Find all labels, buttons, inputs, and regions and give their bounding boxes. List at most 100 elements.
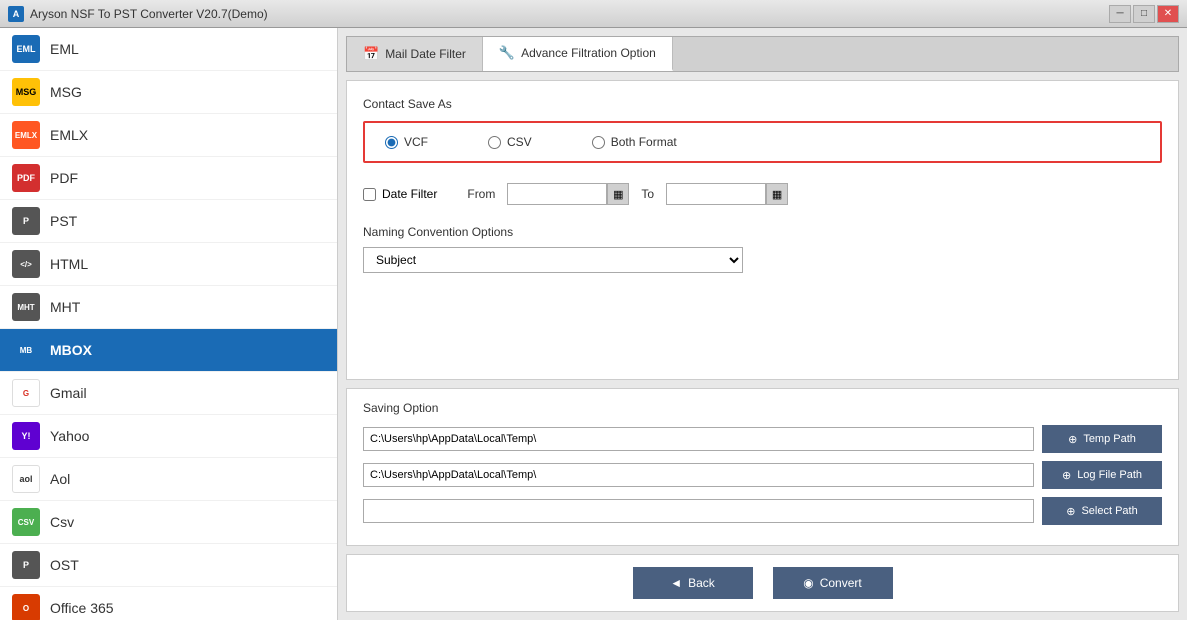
temp-path-input[interactable] [363, 427, 1034, 451]
select-path-input[interactable] [363, 499, 1034, 523]
content-area: 📅 Mail Date Filter 🔧 Advance Filtration … [338, 28, 1187, 620]
both-label: Both Format [611, 135, 677, 149]
temp-path-label: Temp Path [1083, 433, 1136, 445]
sidebar-item-emlx[interactable]: EMLX EMLX [0, 114, 337, 157]
date-filter-section: Date Filter From ▦ To ▦ [363, 183, 1162, 205]
back-icon: ◄ [670, 576, 682, 590]
window-controls: ─ □ ✕ [1109, 5, 1179, 23]
contact-format-options: VCF CSV Both Format [363, 121, 1162, 163]
sidebar-item-mbox[interactable]: MB MBOX [0, 329, 337, 372]
sidebar-label-msg: MSG [50, 84, 82, 100]
sidebar-item-office365[interactable]: O Office 365 [0, 587, 337, 620]
back-button[interactable]: ◄ Back [633, 567, 753, 599]
sidebar-label-office365: Office 365 [50, 600, 114, 616]
aol-icon: aol [12, 465, 40, 493]
to-date-group: ▦ [666, 183, 788, 205]
vcf-label: VCF [404, 135, 428, 149]
sidebar: EMLEMLMSGMSGEMLXEMLXPDFPDFPPST</>HTMLMHT… [0, 28, 338, 620]
contact-save-as-label: Contact Save As [363, 97, 1162, 111]
sidebar-label-html: HTML [50, 256, 88, 272]
sidebar-label-mbox: MBOX [50, 342, 92, 358]
saving-option-panel: Saving Option ⊕ Temp Path ⊕ Log File Pat… [346, 388, 1179, 546]
contact-save-as-section: Contact Save As VCF CSV Both Format [363, 97, 1162, 163]
sidebar-item-html[interactable]: </> HTML [0, 243, 337, 286]
sidebar-label-yahoo: Yahoo [50, 428, 89, 444]
convert-button[interactable]: ◉ Convert [773, 567, 893, 599]
mbox-icon: MB [12, 336, 40, 364]
bottom-bar: ◄ Back ◉ Convert [346, 554, 1179, 612]
log-file-path-input[interactable] [363, 463, 1034, 487]
sidebar-label-ost: OST [50, 557, 79, 573]
title-bar: A Aryson NSF To PST Converter V20.7(Demo… [0, 0, 1187, 28]
title-bar-left: A Aryson NSF To PST Converter V20.7(Demo… [8, 6, 268, 22]
tab-mail-date-filter[interactable]: 📅 Mail Date Filter [347, 37, 483, 71]
sidebar-item-mht[interactable]: MHT MHT [0, 286, 337, 329]
sidebar-item-gmail[interactable]: G Gmail [0, 372, 337, 415]
select-path-row: ⊕ Select Path [363, 497, 1162, 525]
log-file-path-button[interactable]: ⊕ Log File Path [1042, 461, 1162, 489]
app-title: Aryson NSF To PST Converter V20.7(Demo) [30, 7, 268, 21]
sidebar-label-gmail: Gmail [50, 385, 87, 401]
sidebar-label-emlx: EMLX [50, 127, 88, 143]
date-filter-label: Date Filter [382, 187, 437, 201]
date-filter-checkbox[interactable] [363, 188, 376, 201]
sidebar-item-eml[interactable]: EMLEML [0, 28, 337, 71]
select-path-button[interactable]: ⊕ Select Path [1042, 497, 1162, 525]
html-icon: </> [12, 250, 40, 278]
tab-advance-filtration[interactable]: 🔧 Advance Filtration Option [483, 37, 673, 71]
gmail-icon: G [12, 379, 40, 407]
to-date-input[interactable] [666, 183, 766, 205]
sidebar-item-ost[interactable]: P OST [0, 544, 337, 587]
from-calendar-button[interactable]: ▦ [607, 183, 629, 205]
temp-path-button[interactable]: ⊕ Temp Path [1042, 425, 1162, 453]
csv-radio[interactable] [488, 136, 501, 149]
sidebar-label-eml: EML [50, 41, 79, 57]
maximize-button[interactable]: □ [1133, 5, 1155, 23]
log-file-path-row: ⊕ Log File Path [363, 461, 1162, 489]
naming-convention-section: Naming Convention Options Subject Date F… [363, 225, 1162, 273]
minimize-button[interactable]: ─ [1109, 5, 1131, 23]
csv-option[interactable]: CSV [488, 135, 532, 149]
log-path-icon: ⊕ [1062, 469, 1071, 482]
ost-icon: P [12, 551, 40, 579]
to-calendar-button[interactable]: ▦ [766, 183, 788, 205]
mht-icon: MHT [12, 293, 40, 321]
log-file-path-label: Log File Path [1077, 469, 1142, 481]
sidebar-item-pst[interactable]: PPST [0, 200, 337, 243]
emlx-icon: EMLX [12, 121, 40, 149]
tab-bar: 📅 Mail Date Filter 🔧 Advance Filtration … [346, 36, 1179, 72]
from-date-group: ▦ [507, 183, 629, 205]
app-icon: A [8, 6, 24, 22]
sidebar-item-aol[interactable]: aol Aol [0, 458, 337, 501]
to-label: To [641, 187, 654, 201]
convert-icon: ◉ [803, 576, 813, 590]
from-label: From [467, 187, 495, 201]
sidebar-item-msg[interactable]: MSG MSG [0, 71, 337, 114]
filter-icon: 🔧 [499, 45, 515, 61]
sidebar-item-yahoo[interactable]: Y!Yahoo [0, 415, 337, 458]
both-format-option[interactable]: Both Format [592, 135, 677, 149]
naming-convention-select[interactable]: Subject Date From To [363, 247, 743, 273]
back-label: Back [688, 576, 715, 590]
both-radio[interactable] [592, 136, 605, 149]
tab-advance-filtration-label: Advance Filtration Option [521, 46, 656, 60]
office365-icon: O [12, 594, 40, 620]
convert-label: Convert [820, 576, 862, 590]
sidebar-label-mht: MHT [50, 299, 80, 315]
saving-option-label: Saving Option [363, 401, 1162, 415]
from-date-input[interactable] [507, 183, 607, 205]
main-container: EMLEMLMSGMSGEMLXEMLXPDFPDFPPST</>HTMLMHT… [0, 28, 1187, 620]
close-button[interactable]: ✕ [1157, 5, 1179, 23]
sidebar-label-aol: Aol [50, 471, 70, 487]
select-path-label: Select Path [1081, 505, 1137, 517]
vcf-option[interactable]: VCF [385, 135, 428, 149]
temp-path-icon: ⊕ [1068, 433, 1077, 446]
date-filter-check: Date Filter [363, 187, 437, 201]
sidebar-item-csv[interactable]: CSVCsv [0, 501, 337, 544]
sidebar-item-pdf[interactable]: PDFPDF [0, 157, 337, 200]
msg-icon: MSG [12, 78, 40, 106]
sidebar-label-pst: PST [50, 213, 77, 229]
naming-convention-label: Naming Convention Options [363, 225, 1162, 239]
vcf-radio[interactable] [385, 136, 398, 149]
sidebar-label-csv: Csv [50, 514, 74, 530]
